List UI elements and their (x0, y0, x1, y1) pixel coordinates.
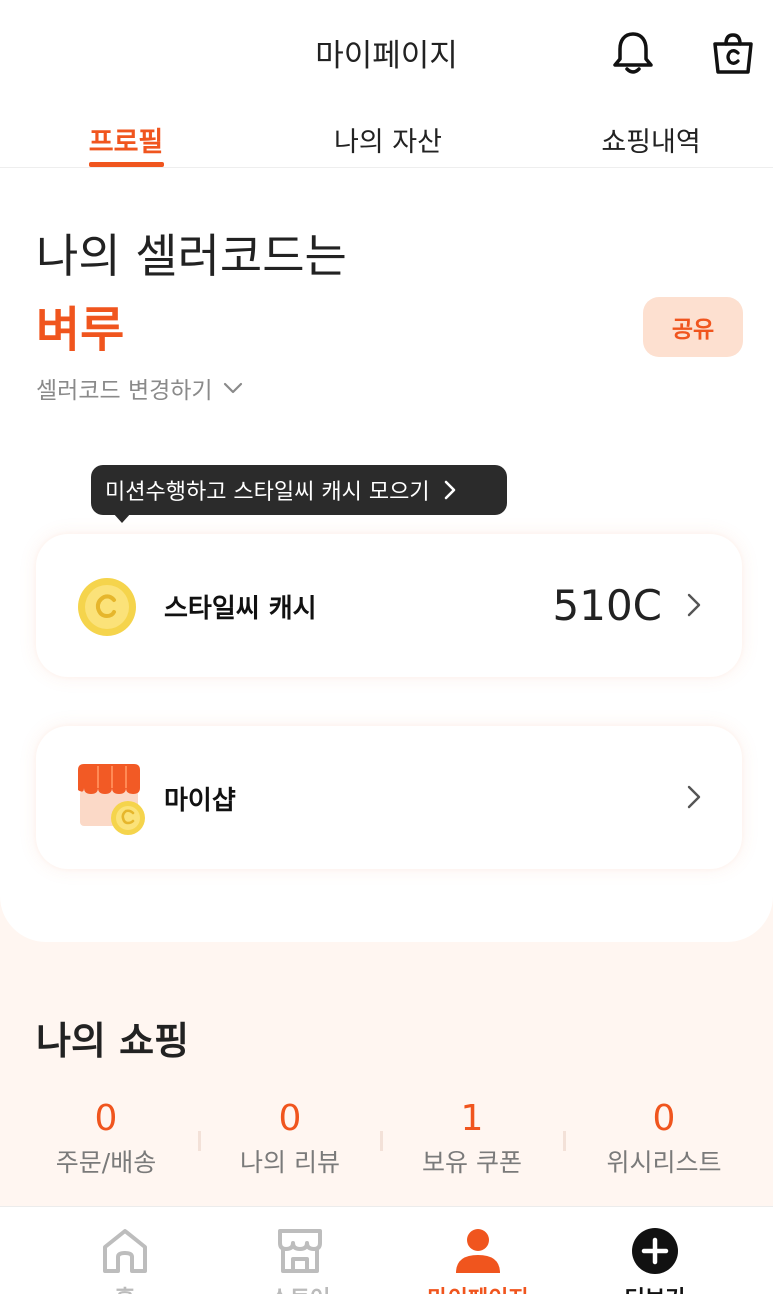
coin-icon (78, 578, 136, 636)
my-shopping-title: 나의 쇼핑 (36, 1019, 190, 1063)
stat-label: 보유 쿠폰 (422, 1148, 522, 1177)
nav-more[interactable]: 더보기 (585, 1225, 725, 1294)
nav-mypage[interactable]: 마이페이지 (408, 1225, 548, 1294)
tab-my-assets[interactable]: 나의 자산 (334, 120, 442, 159)
tab-profile[interactable]: 프로필 (89, 120, 164, 159)
shop-icon (78, 764, 145, 835)
seller-code-heading: 나의 셀러코드는 (36, 229, 347, 283)
change-seller-code-link[interactable]: 셀러코드 변경하기 (36, 371, 243, 405)
chevron-right-icon (687, 593, 701, 617)
stat-label: 주문/배송 (55, 1148, 157, 1177)
stat-value: 1 (460, 1098, 484, 1139)
chevron-right-icon (687, 785, 701, 809)
chevron-right-icon (444, 480, 455, 500)
mission-tooltip[interactable]: 미션수행하고 스타일씨 캐시 모으기 (91, 465, 507, 515)
stat-label: 위시리스트 (606, 1148, 722, 1177)
shopping-bag-icon[interactable] (708, 30, 758, 80)
tooltip-text: 미션수행하고 스타일씨 캐시 모으기 (105, 480, 430, 505)
stat-value: 0 (278, 1098, 302, 1139)
profile-card: 나의 셀러코드는 벼루 공유 셀러코드 변경하기 미션수행하고 스타일씨 캐시 … (0, 168, 773, 942)
store-icon (278, 1229, 322, 1273)
stat-divider (563, 1131, 566, 1151)
plus-circle-icon (632, 1228, 678, 1274)
tooltip-pointer (113, 513, 131, 523)
nav-label: 홈 (55, 1281, 195, 1294)
stat-reviews[interactable]: 0 나의 리뷰 (200, 1097, 380, 1179)
top-header: 마이페이지 (0, 0, 773, 100)
person-icon (456, 1229, 500, 1273)
seller-code-value: 벼루 (36, 302, 125, 358)
bell-icon[interactable] (608, 28, 658, 78)
stat-value: 0 (94, 1098, 118, 1139)
nav-label: 마이페이지 (408, 1281, 548, 1294)
cash-label: 스타일씨 캐시 (164, 594, 317, 624)
tab-bar: 프로필 나의 자산 쇼핑내역 (0, 100, 773, 168)
stat-value: 0 (652, 1098, 676, 1139)
my-shop-card[interactable]: 마이샵 (36, 726, 742, 869)
stat-label: 나의 리뷰 (240, 1148, 340, 1177)
cash-value: 510C (552, 581, 663, 630)
chevron-down-icon (223, 382, 242, 394)
home-icon (103, 1229, 147, 1273)
nav-label: 스토어 (230, 1281, 370, 1294)
share-button[interactable]: 공유 (643, 297, 743, 357)
tab-shopping-history[interactable]: 쇼핑내역 (601, 120, 700, 159)
stat-wishlist[interactable]: 0 위시리스트 (574, 1097, 754, 1179)
my-shop-label: 마이샵 (164, 786, 236, 816)
nav-label: 더보기 (585, 1281, 725, 1294)
nav-store[interactable]: 스토어 (230, 1225, 370, 1294)
change-seller-code-label: 셀러코드 변경하기 (36, 378, 213, 404)
bottom-nav: 홈 스토어 마이페이지 더보기 (0, 1206, 773, 1294)
stylec-cash-card[interactable]: 스타일씨 캐시 510C (36, 534, 742, 677)
stat-coupons[interactable]: 1 보유 쿠폰 (382, 1097, 562, 1179)
active-tab-indicator (89, 162, 164, 167)
nav-home[interactable]: 홈 (55, 1225, 195, 1294)
stat-orders[interactable]: 0 주문/배송 (16, 1097, 196, 1179)
